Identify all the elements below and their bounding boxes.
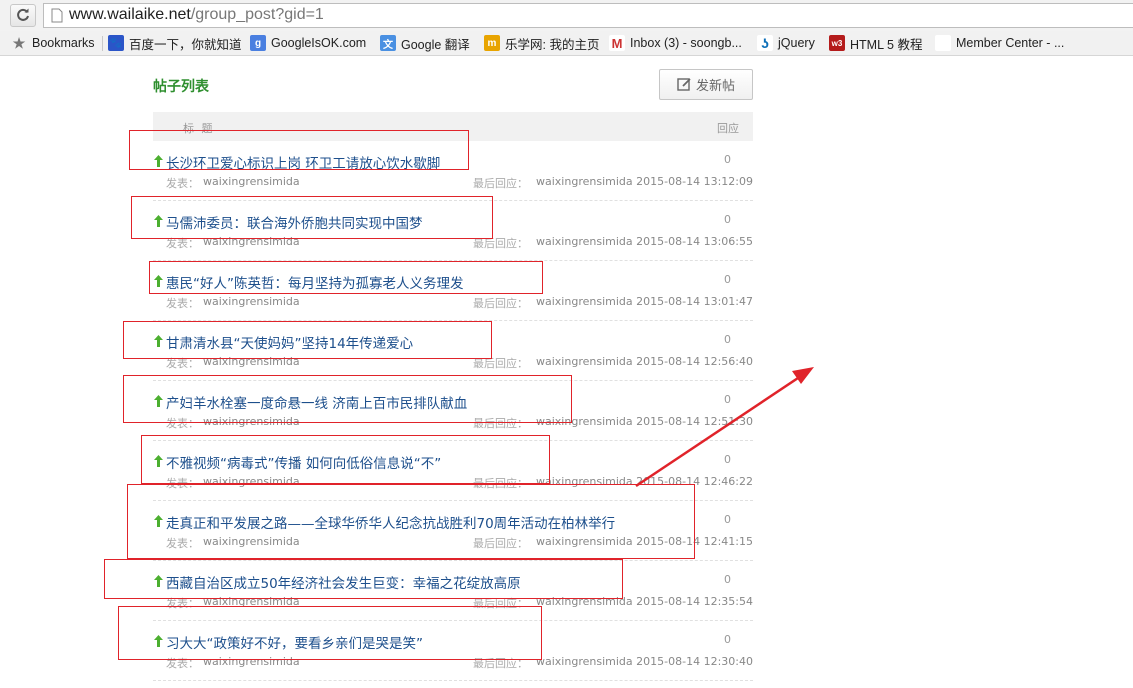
lexue-icon: m (484, 35, 500, 51)
bookmark-member-center[interactable]: Member Center - ... (935, 35, 1064, 51)
bookmarks-bar: ★ Bookmarks 🐾 百度一下，你就知道 g GoogleIsOK.com… (0, 31, 1133, 56)
page-content: 帖子列表 发新帖 标 题 回应 长沙环卫爱心标识上岗 环卫工请放心饮水歇脚 0 发表… (0, 56, 1133, 688)
address-bar[interactable]: www.wailaike.net/group_post?gid=1 (43, 3, 1133, 28)
w3school-icon: w3 (829, 35, 845, 51)
bookmark-google-translate[interactable]: 文 Google 翻译 (380, 35, 470, 52)
gmail-icon: M (609, 35, 625, 51)
bookmark-googleisok[interactable]: g GoogleIsOK.com (250, 35, 366, 51)
bookmark-label: jQuery (778, 36, 815, 50)
star-icon: ★ (12, 34, 26, 51)
baidu-paw-icon: 🐾 (108, 35, 124, 51)
reload-button[interactable] (10, 4, 36, 27)
bookmark-gmail[interactable]: M Inbox (3) - soongb... (609, 35, 742, 51)
page-icon (51, 8, 63, 23)
bookmark-lexue[interactable]: m 乐学网: 我的主页 (484, 35, 600, 52)
bookmark-label: Bookmarks (32, 36, 95, 50)
browser-toolbar: www.wailaike.net/group_post?gid=1 (0, 0, 1133, 31)
url-text: www.wailaike.net/group_post?gid=1 (69, 6, 324, 23)
bookmark-label: Inbox (3) - soongb... (630, 36, 742, 50)
bookmarks-divider (102, 36, 103, 51)
bookmark-label: 乐学网: 我的主页 (505, 37, 600, 52)
google-translate-icon: 文 (380, 35, 396, 51)
bookmark-jquery[interactable]: ʖ jQuery (757, 35, 815, 51)
bookmark-label: 百度一下，你就知道 (129, 37, 242, 52)
bookmark-baidu[interactable]: 🐾 百度一下，你就知道 (108, 35, 242, 52)
reload-icon (17, 8, 29, 21)
apple-icon (935, 35, 951, 51)
bookmark-label: HTML 5 教程 (850, 37, 923, 52)
bookmark-label: Google 翻译 (401, 37, 470, 52)
annotation-arrow (635, 367, 814, 488)
bookmark-label: Member Center - ... (956, 36, 1065, 50)
bookmarks-menu[interactable]: ★ Bookmarks (11, 35, 95, 51)
bookmark-label: GoogleIsOK.com (271, 36, 367, 50)
jquery-icon: ʖ (757, 35, 773, 51)
bookmark-html5[interactable]: w3 HTML 5 教程 (829, 35, 923, 52)
google-g-icon: g (250, 35, 266, 51)
